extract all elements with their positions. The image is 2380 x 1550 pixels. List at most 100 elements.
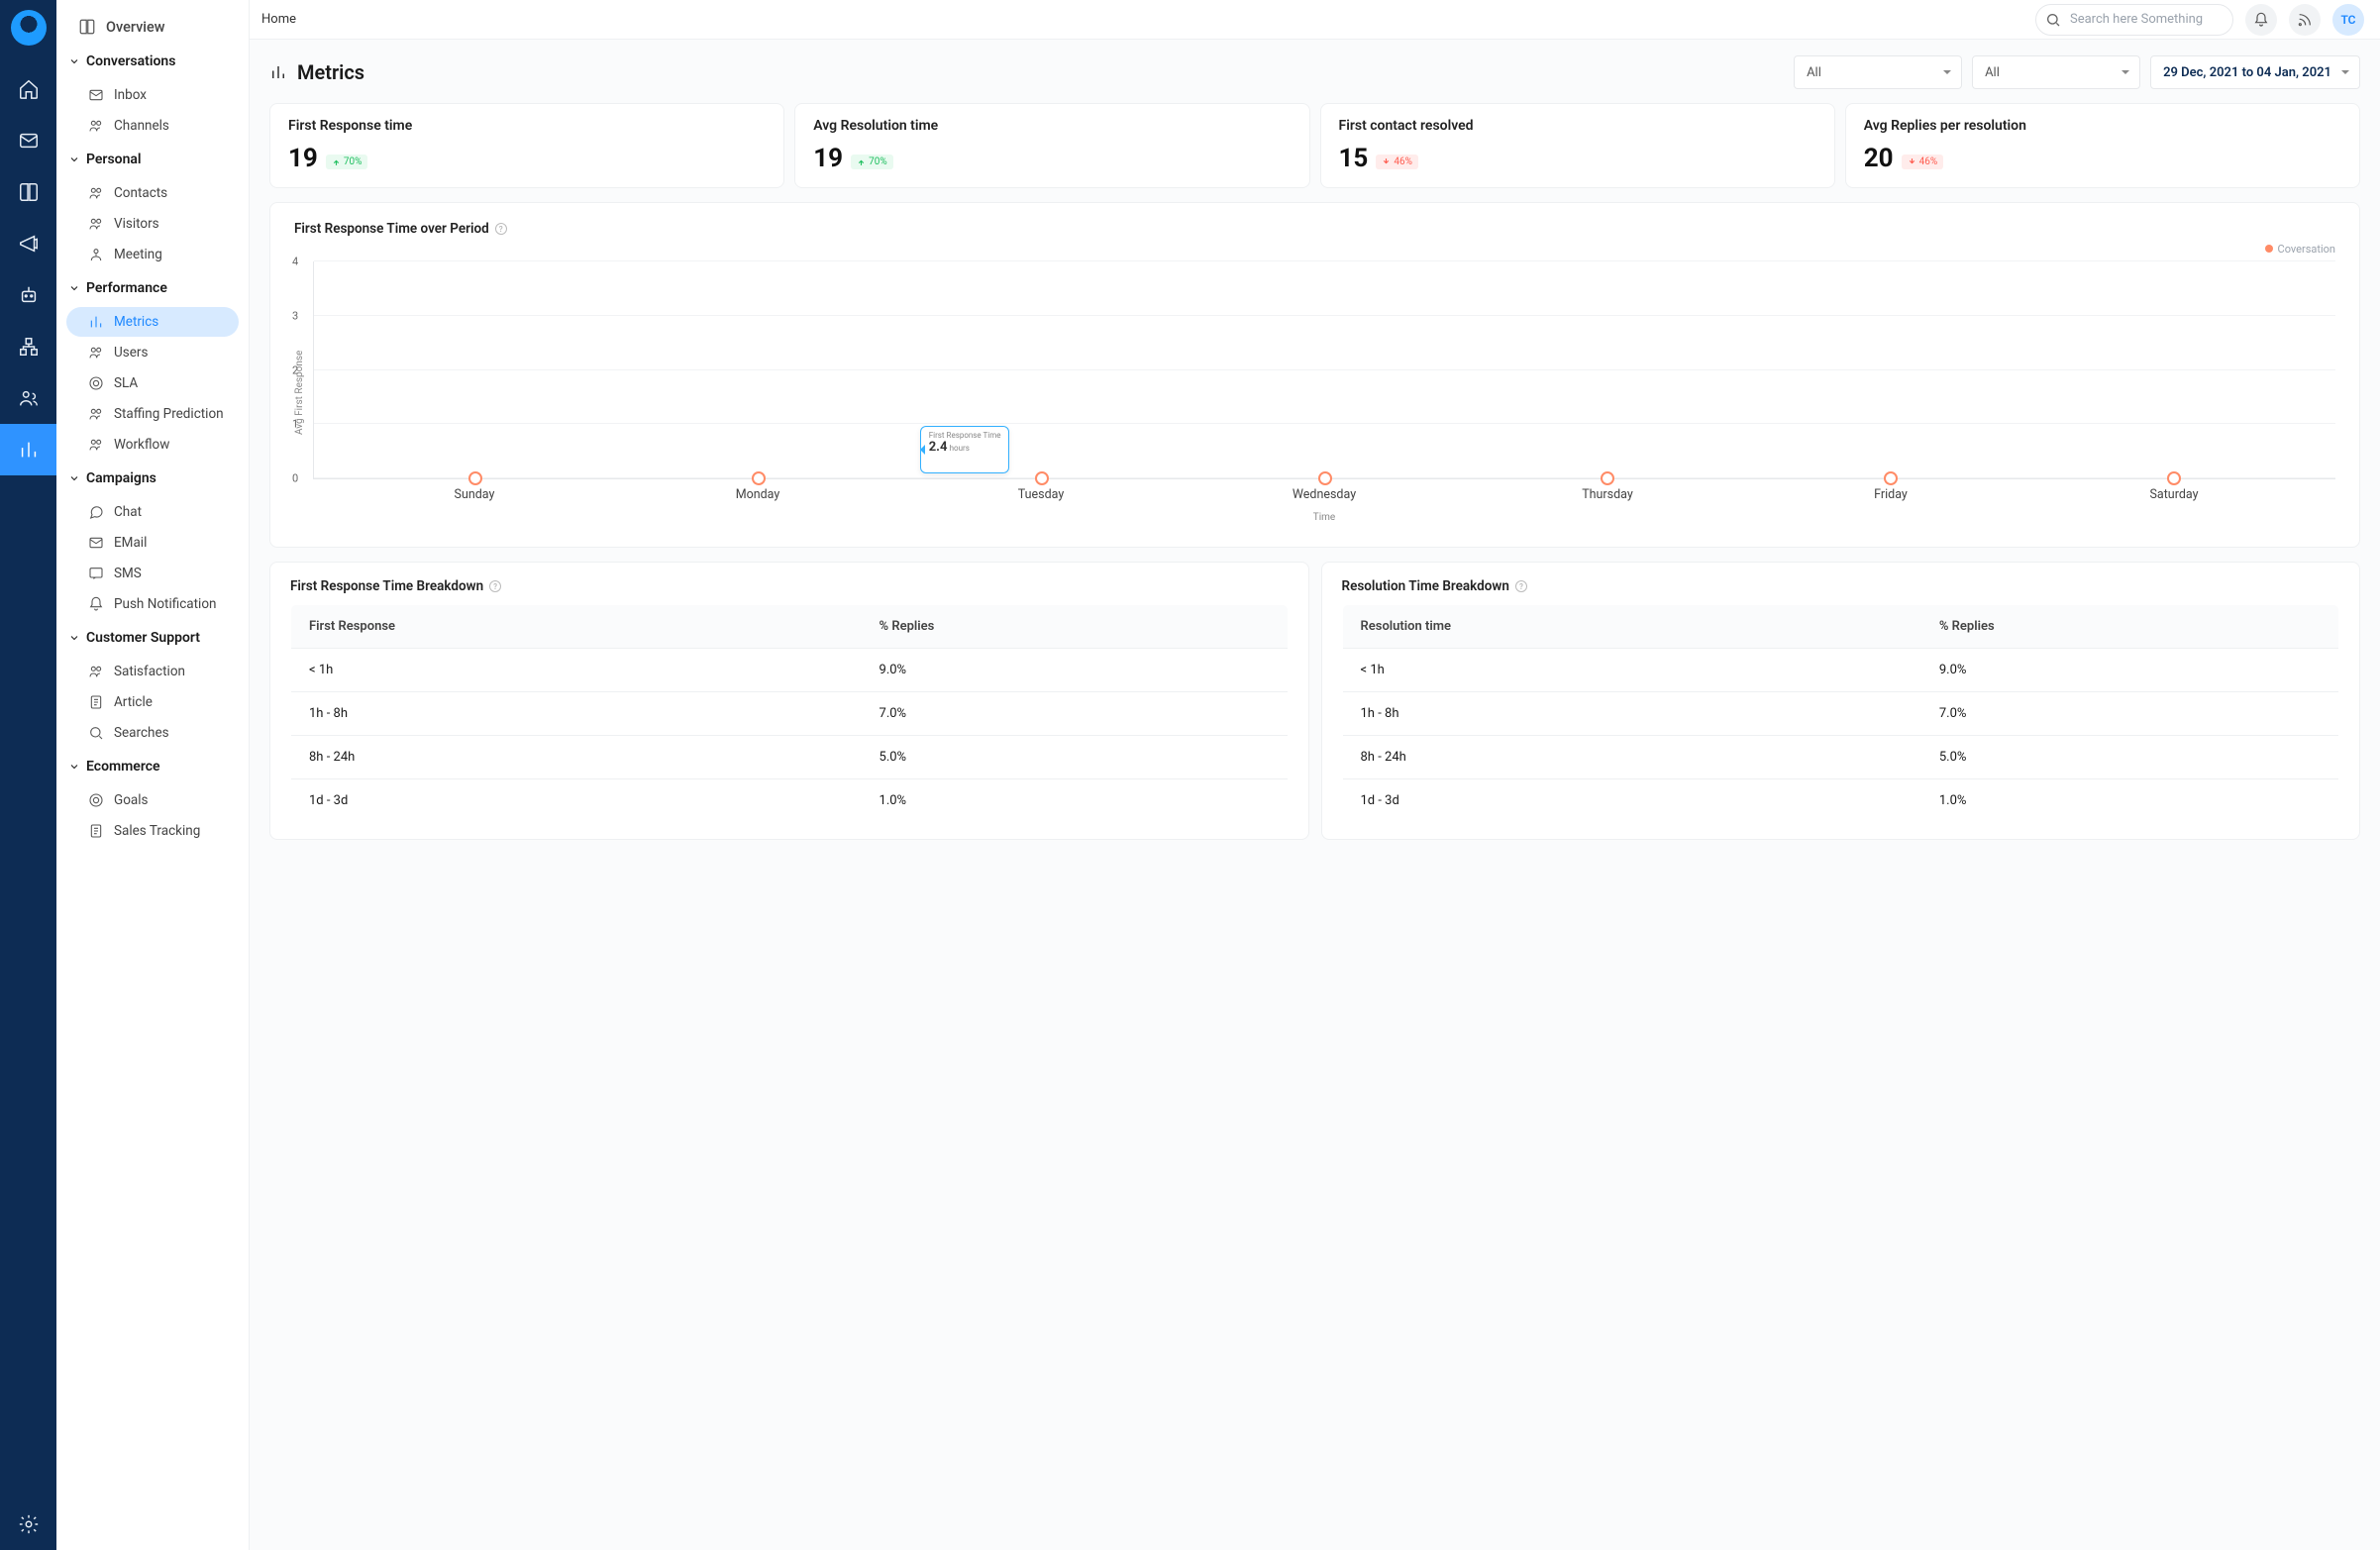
stat-value: 19 [813, 144, 843, 173]
rail-org[interactable] [0, 321, 56, 372]
chart-plot: 01234First Response Time2.4 hours [313, 261, 2335, 479]
sidebar-item-sms[interactable]: SMS [66, 559, 239, 588]
sidebar-item-label: Overview [106, 19, 165, 36]
filter-select-1[interactable]: All [1794, 55, 1962, 89]
sidebar-item-article[interactable]: Article [66, 687, 239, 717]
rail-bot[interactable] [0, 269, 56, 321]
chart-point[interactable]: First Response Time2.4 hours [900, 471, 1184, 478]
sidebar-item-visitors[interactable]: Visitors [66, 209, 239, 239]
info-icon[interactable]: ? [1515, 580, 1527, 592]
stat-label: Avg Replies per resolution [1864, 118, 2341, 134]
rail-inbox[interactable] [0, 115, 56, 166]
info-icon[interactable]: ? [489, 580, 501, 592]
topbar: Home TC [250, 0, 2380, 40]
search-input[interactable] [2035, 4, 2233, 36]
sidebar-item-sales-tracking[interactable]: Sales Tracking [66, 816, 239, 846]
chart-point[interactable] [1466, 471, 1749, 478]
meeting-icon [88, 247, 104, 262]
sidebar-item-staffing-prediction[interactable]: Staffing Prediction [66, 399, 239, 429]
notifications-button[interactable] [2245, 4, 2277, 36]
stat-value: 19 [288, 144, 318, 173]
chat-icon [88, 504, 104, 520]
sidebar-section-campaigns[interactable]: Campaigns [62, 461, 243, 496]
trend-badge: 70% [326, 155, 368, 169]
sidebar-item-users[interactable]: Users [66, 338, 239, 367]
feed-button[interactable] [2289, 4, 2321, 36]
chart-point[interactable] [1184, 471, 1467, 478]
chart-legend: Coversation [294, 243, 2335, 256]
sidebar-item-contacts[interactable]: Contacts [66, 178, 239, 208]
users-icon [88, 345, 104, 361]
rss-icon [2297, 12, 2313, 28]
channels-icon [88, 118, 104, 134]
sidebar-item-sla[interactable]: SLA [66, 368, 239, 398]
sales-tracking-icon [88, 823, 104, 839]
sidebar-section-customer-support[interactable]: Customer Support [62, 620, 243, 656]
date-range-select[interactable]: 29 Dec, 2021 to 04 Jan, 2021 [2150, 55, 2360, 89]
rail-people[interactable] [0, 372, 56, 424]
filter-select-2[interactable]: All [1972, 55, 2140, 89]
arrow-up-icon [857, 157, 866, 166]
rail-analytics[interactable] [0, 424, 56, 475]
sidebar-overview[interactable]: Overview [66, 11, 239, 43]
table-row: 1h - 8h7.0% [1342, 692, 2339, 736]
sidebar-item-metrics[interactable]: Metrics [66, 307, 239, 337]
content: Metrics All All 29 Dec, 2021 to 04 Jan, … [250, 40, 2380, 1550]
rail-settings[interactable] [0, 1498, 56, 1550]
arrow-down-icon [1908, 157, 1916, 166]
chart-point[interactable] [617, 471, 900, 478]
sidebar-item-email[interactable]: EMail [66, 528, 239, 558]
rail-campaign[interactable] [0, 218, 56, 269]
trend-badge: 46% [1376, 155, 1418, 169]
sidebar-section-conversations[interactable]: Conversations [62, 44, 243, 79]
sidebar-item-workflow[interactable]: Workflow [66, 430, 239, 460]
sidebar-section-performance[interactable]: Performance [62, 270, 243, 306]
goals-icon [88, 792, 104, 808]
app-logo [11, 10, 47, 46]
sidebar-item-label: Users [114, 345, 148, 361]
chevron-down-icon [68, 761, 80, 773]
sidebar-item-inbox[interactable]: Inbox [66, 80, 239, 110]
sidebar-item-push-notification[interactable]: Push Notification [66, 589, 239, 619]
chart-point[interactable] [2032, 471, 2316, 478]
email-icon [88, 535, 104, 551]
sidebar-item-label: Sales Tracking [114, 823, 200, 839]
breakdown-card-2: Resolution Time Breakdown? Resolution ti… [1321, 562, 2361, 840]
rail-book[interactable] [0, 166, 56, 218]
chevron-down-icon [68, 632, 80, 644]
breakdown-card-1: First Response Time Breakdown? First Res… [269, 562, 1309, 840]
sidebar-section-personal[interactable]: Personal [62, 142, 243, 177]
sidebar-item-chat[interactable]: Chat [66, 497, 239, 527]
sidebar-item-label: Inbox [114, 87, 147, 103]
arrow-down-icon [1382, 157, 1391, 166]
rail-home[interactable] [0, 63, 56, 115]
sidebar-item-meeting[interactable]: Meeting [66, 240, 239, 269]
sidebar-item-goals[interactable]: Goals [66, 785, 239, 815]
sidebar: Overview Conversations Inbox ChannelsPerso… [56, 0, 250, 1550]
searches-icon [88, 725, 104, 741]
stat-card: First Response time1970% [269, 103, 784, 188]
sidebar-item-searches[interactable]: Searches [66, 718, 239, 748]
bell-icon [2253, 12, 2269, 28]
search-icon [2045, 12, 2061, 28]
trend-badge: 46% [1902, 155, 1944, 169]
sidebar-item-label: Contacts [114, 185, 167, 201]
trend-badge: 70% [851, 155, 893, 169]
search-box [2035, 4, 2233, 36]
sidebar-item-satisfaction[interactable]: Satisfaction [66, 657, 239, 686]
page-title: Metrics [297, 60, 364, 84]
sidebar-item-channels[interactable]: Channels [66, 111, 239, 141]
stat-cards-row: First Response time1970%Avg Resolution t… [269, 103, 2360, 188]
chart-dot [1318, 471, 1332, 485]
x-axis-label: Time [313, 512, 2335, 523]
chart-point[interactable] [334, 471, 617, 478]
main-area: Home TC Metrics All All 29 Dec, 2021 to … [250, 0, 2380, 1550]
chart-card: First Response Time over Period ? Covers… [269, 202, 2360, 548]
chart-point[interactable] [1749, 471, 2032, 478]
user-avatar[interactable]: TC [2332, 4, 2364, 36]
sidebar-item-label: Meeting [114, 247, 162, 262]
table-row: 1h - 8h7.0% [291, 692, 1289, 736]
stat-label: Avg Resolution time [813, 118, 1291, 134]
sidebar-section-ecommerce[interactable]: Ecommerce [62, 749, 243, 784]
info-icon[interactable]: ? [495, 223, 507, 235]
